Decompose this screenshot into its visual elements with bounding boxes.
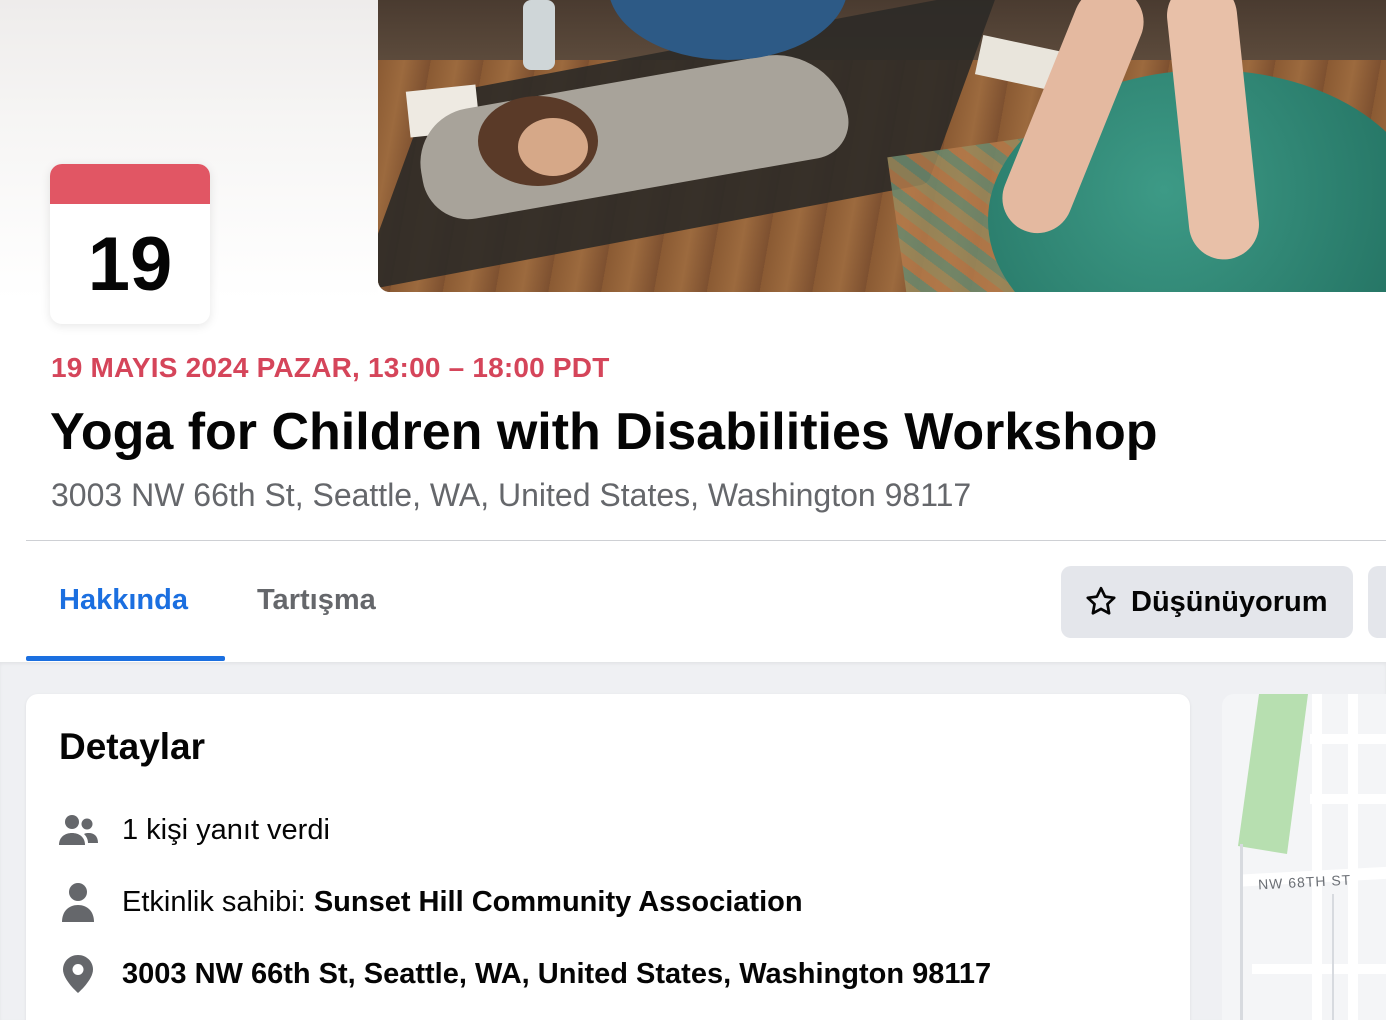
map-road	[1310, 794, 1386, 804]
location-pin-icon	[58, 954, 98, 994]
host-prefix: Etkinlik sahibi:	[122, 885, 314, 918]
calendar-day: 19	[87, 221, 173, 307]
location-link[interactable]: 3003 NW 66th St, Seattle, WA, United Sta…	[122, 958, 991, 991]
responded-text: 1 kişi yanıt verdi	[122, 813, 330, 846]
responded-row: 1 kişi yanıt verdi	[58, 810, 330, 850]
map-street-label: NW 68TH ST	[1257, 871, 1352, 893]
host-row: Etkinlik sahibi: Sunset Hill Community A…	[58, 882, 803, 922]
host-name-link[interactable]: Sunset Hill Community Association	[314, 886, 803, 918]
location-row: 3003 NW 66th St, Seattle, WA, United Sta…	[58, 954, 991, 994]
event-title: Yoga for Children with Disabilities Work…	[50, 403, 1158, 461]
event-cover-photo[interactable]	[378, 0, 1386, 292]
event-address[interactable]: 3003 NW 66th St, Seattle, WA, United Sta…	[51, 477, 971, 514]
more-actions-button[interactable]	[1368, 566, 1386, 638]
map-road	[1252, 964, 1386, 974]
interested-button[interactable]: Düşünüyorum	[1061, 566, 1353, 638]
star-outline-icon	[1083, 584, 1119, 620]
map-park-area	[1238, 694, 1308, 854]
calendar-badge-header	[50, 164, 210, 204]
details-card: Detaylar 1 kişi yanıt verdi Etkinlik sah…	[26, 694, 1190, 1020]
event-date: 19 MAYIS 2024 PAZAR, 13:00 – 18:00 PDT	[51, 352, 610, 383]
host-text: Etkinlik sahibi: Sunset Hill Community A…	[122, 886, 803, 919]
location-map[interactable]: NW 68TH ST	[1222, 694, 1386, 1020]
tab-about[interactable]: Hakkında	[59, 584, 188, 617]
cover-bottle	[523, 0, 555, 70]
details-heading: Detaylar	[59, 726, 206, 767]
map-road-edge	[1332, 894, 1334, 1020]
tab-discussion[interactable]: Tartışma	[257, 584, 376, 617]
person-icon	[58, 882, 98, 922]
people-icon	[58, 810, 98, 850]
interested-button-label: Düşünüyorum	[1131, 585, 1328, 618]
map-road-edge	[1240, 844, 1243, 1020]
active-tab-indicator	[26, 656, 225, 661]
calendar-badge: 19	[50, 164, 210, 324]
header-divider	[26, 540, 1386, 541]
map-road	[1310, 734, 1386, 744]
cover-face	[518, 118, 588, 176]
